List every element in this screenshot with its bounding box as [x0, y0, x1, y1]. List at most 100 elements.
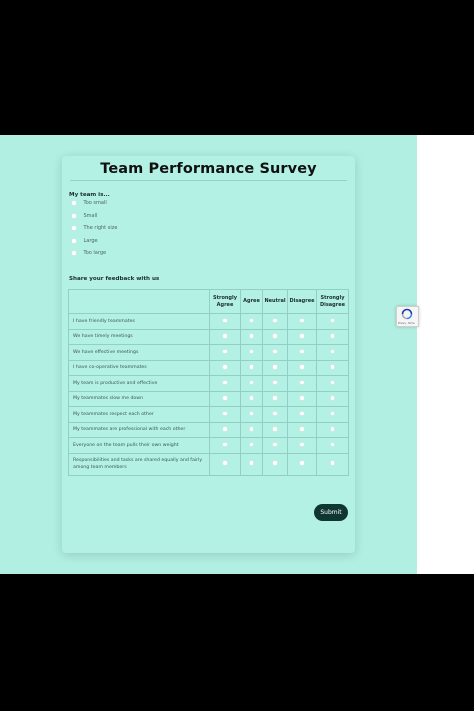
rating-cell: [287, 359, 317, 376]
rating-radio[interactable]: [329, 317, 336, 323]
rating-radio[interactable]: [299, 460, 305, 466]
team-size-option[interactable]: The right size: [71, 225, 117, 231]
rating-cell: [316, 328, 349, 345]
rating-radio[interactable]: [222, 426, 228, 432]
rating-radio[interactable]: [299, 333, 305, 339]
rating-cell: [240, 313, 263, 330]
rating-radio[interactable]: [222, 348, 228, 354]
rating-radio[interactable]: [329, 426, 336, 432]
rating-radio[interactable]: [222, 333, 228, 339]
rating-radio[interactable]: [222, 379, 228, 385]
rating-radio[interactable]: [248, 395, 255, 401]
submit-button[interactable]: Submit: [314, 504, 348, 521]
rating-radio[interactable]: [299, 410, 305, 416]
rating-radio[interactable]: [248, 379, 255, 385]
column-header: Strongly Disagree: [316, 289, 349, 314]
rating-cell: [287, 406, 317, 423]
matrix-corner-cell: [68, 289, 210, 314]
rating-radio[interactable]: [329, 441, 336, 447]
rating-radio[interactable]: [299, 317, 305, 323]
rating-radio[interactable]: [329, 348, 336, 354]
rating-radio[interactable]: [248, 317, 255, 323]
rating-radio[interactable]: [248, 348, 255, 354]
statement-label: My team is productive and effective: [68, 375, 210, 392]
matrix-row: Everyone on the team pulls their own wei…: [68, 437, 349, 454]
rating-radio[interactable]: [329, 379, 336, 385]
rating-radio[interactable]: [222, 410, 228, 416]
statement-label: I have co-operative teammates: [68, 359, 210, 376]
team-size-option[interactable]: Too large: [71, 250, 106, 256]
rating-cell: [209, 390, 241, 407]
rating-radio[interactable]: [272, 441, 278, 447]
rating-radio[interactable]: [329, 410, 336, 416]
rating-radio[interactable]: [272, 460, 278, 466]
rating-cell: [209, 437, 241, 454]
rating-radio[interactable]: [272, 348, 278, 354]
rating-radio[interactable]: [272, 379, 278, 385]
rating-cell: [287, 344, 317, 361]
radio-button[interactable]: [71, 238, 77, 244]
team-size-option[interactable]: Too small: [71, 200, 107, 206]
rating-cell: [240, 344, 263, 361]
rating-radio[interactable]: [329, 395, 336, 401]
rating-cell: [262, 406, 288, 423]
rating-radio[interactable]: [222, 364, 228, 370]
column-header: Strongly Agree: [209, 289, 241, 314]
rating-radio[interactable]: [299, 379, 305, 385]
rating-cell: [262, 390, 288, 407]
statement-label: We have timely meetings: [68, 328, 210, 345]
rating-radio[interactable]: [329, 364, 336, 370]
radio-button[interactable]: [71, 200, 77, 206]
rating-radio[interactable]: [248, 426, 255, 432]
rating-cell: [209, 406, 241, 423]
statement-label: Responsibilities and tasks are shared eq…: [68, 452, 210, 476]
rating-radio[interactable]: [299, 364, 305, 370]
rating-radio[interactable]: [272, 426, 278, 432]
feedback-matrix: Strongly Agree Agree Neutral Disagree St…: [68, 289, 349, 476]
form-title: Team Performance Survey: [100, 161, 317, 177]
rating-radio[interactable]: [329, 333, 336, 339]
rating-radio[interactable]: [299, 441, 305, 447]
matrix-row: My teammates are professional with each …: [68, 421, 349, 438]
column-header: Agree: [240, 289, 263, 314]
rating-radio[interactable]: [272, 317, 278, 323]
rating-radio[interactable]: [272, 364, 278, 370]
rating-cell: [287, 313, 317, 330]
rating-cell: [287, 390, 317, 407]
radio-button[interactable]: [71, 225, 77, 231]
radio-button[interactable]: [71, 213, 77, 219]
feedback-question-label: Share your feedback with us: [69, 276, 160, 282]
team-size-option[interactable]: Large: [71, 238, 98, 244]
rating-radio[interactable]: [272, 333, 278, 339]
rating-radio[interactable]: [248, 333, 255, 339]
team-size-option[interactable]: Small: [71, 213, 97, 219]
statement-label: My teammates are professional with each …: [68, 421, 210, 438]
rating-radio[interactable]: [222, 441, 228, 447]
rating-radio[interactable]: [299, 395, 305, 401]
matrix-row: My teammates respect each other: [68, 406, 349, 423]
rating-radio[interactable]: [222, 460, 228, 466]
rating-cell: [316, 406, 349, 423]
rating-radio[interactable]: [222, 395, 228, 401]
recaptcha-badge[interactable]: Privacy - Terms: [396, 306, 419, 327]
rating-radio[interactable]: [272, 395, 278, 401]
rating-radio[interactable]: [299, 426, 305, 432]
rating-radio[interactable]: [248, 441, 255, 447]
radio-button[interactable]: [71, 250, 77, 256]
rating-cell: [316, 437, 349, 454]
rating-cell: [262, 359, 288, 376]
rating-radio[interactable]: [248, 410, 255, 416]
rating-radio[interactable]: [248, 364, 255, 370]
rating-cell: [262, 313, 288, 330]
rating-radio[interactable]: [329, 460, 336, 466]
rating-radio[interactable]: [248, 460, 255, 466]
rating-cell: [316, 359, 349, 376]
page-area: Team Performance Survey My team is... To…: [0, 135, 474, 574]
rating-cell: [262, 344, 288, 361]
rating-cell: [240, 406, 263, 423]
rating-radio[interactable]: [299, 348, 305, 354]
rating-radio[interactable]: [272, 410, 278, 416]
matrix-row: I have co-operative teammates: [68, 359, 349, 376]
matrix-row: We have timely meetings: [68, 328, 349, 345]
rating-radio[interactable]: [222, 317, 228, 323]
